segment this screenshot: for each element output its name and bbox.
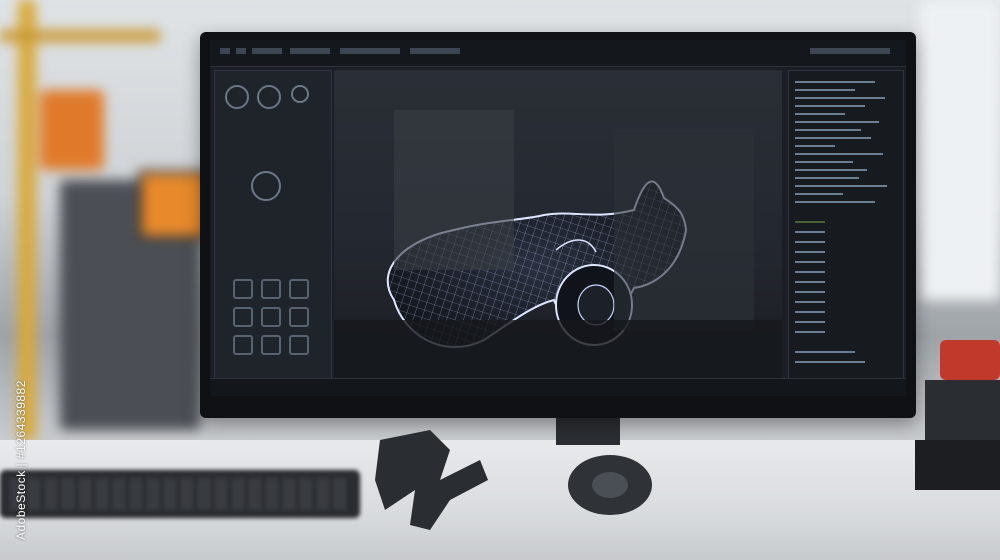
tool-button bbox=[289, 335, 309, 355]
monitor bbox=[200, 32, 916, 418]
3d-printed-part bbox=[375, 430, 488, 530]
tool-button bbox=[233, 335, 253, 355]
tool-button bbox=[261, 335, 281, 355]
bright-window bbox=[920, 0, 1000, 300]
tool-button bbox=[289, 279, 309, 299]
tool-button bbox=[261, 279, 281, 299]
yellow-shelf-post bbox=[18, 0, 36, 440]
cad-statusbar bbox=[210, 378, 906, 396]
tool-button bbox=[261, 307, 281, 327]
keyboard bbox=[0, 470, 360, 518]
dial-icon bbox=[225, 85, 249, 109]
tool-button bbox=[289, 307, 309, 327]
yellow-shelf-bar bbox=[0, 30, 160, 42]
orange-equipment bbox=[40, 90, 104, 170]
dial-icon bbox=[257, 85, 281, 109]
tool-button bbox=[233, 279, 253, 299]
tool-button bbox=[233, 307, 253, 327]
photo-scene: AdobeStock | #1264339882 bbox=[0, 0, 1000, 560]
cad-left-panel bbox=[214, 70, 332, 390]
dial-icon bbox=[251, 171, 281, 201]
watermark: AdobeStock | #1264339882 bbox=[14, 380, 28, 540]
cad-right-panel bbox=[788, 70, 904, 390]
dial-icon bbox=[291, 85, 309, 103]
cad-menubar bbox=[210, 40, 906, 67]
robot-device bbox=[915, 340, 1000, 490]
3d-viewport bbox=[334, 70, 782, 390]
monitor-screen bbox=[210, 40, 906, 396]
wheel-part bbox=[568, 455, 652, 515]
